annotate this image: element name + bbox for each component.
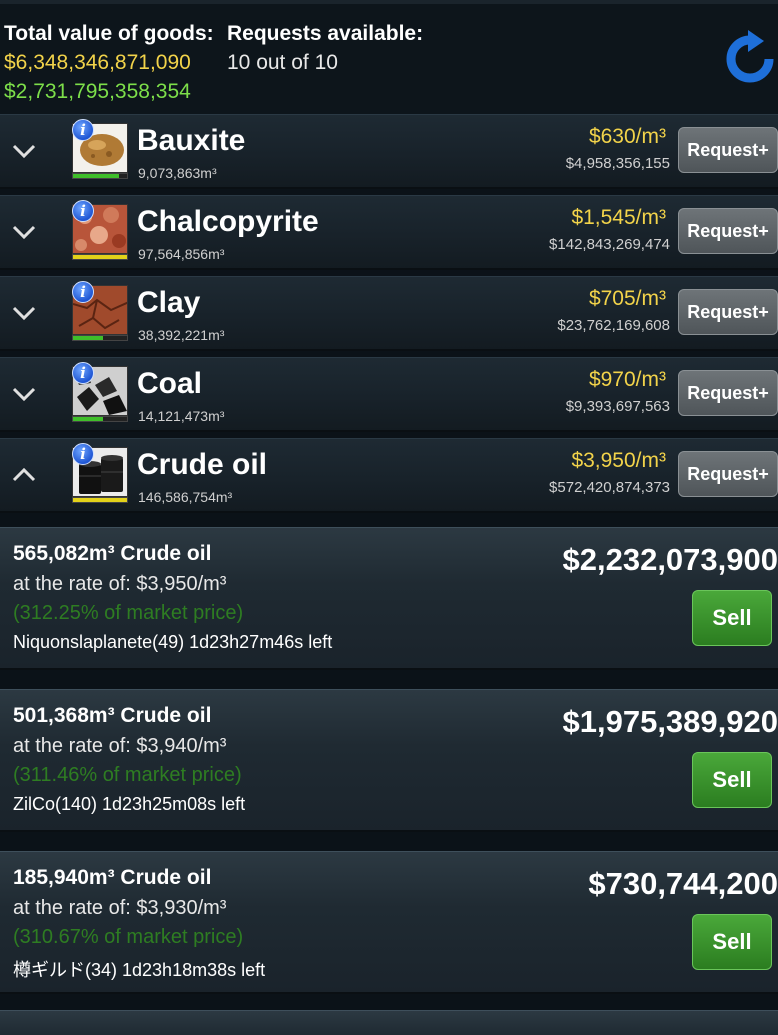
offer-title: 185,940m³ Crude oil <box>13 866 212 889</box>
info-icon[interactable]: i <box>72 281 94 303</box>
resource-row-clay[interactable]: i Clay 38,392,221m³ $705/m³ $23,762,169,… <box>0 276 778 351</box>
chevron-down-icon[interactable] <box>12 139 36 163</box>
resource-quantity: 38,392,221m³ <box>138 327 225 343</box>
info-icon[interactable]: i <box>72 200 94 222</box>
resource-quantity: 9,073,863m³ <box>138 165 217 181</box>
resource-price: $630/m³ <box>588 125 666 148</box>
offer-card-partial <box>0 1010 778 1035</box>
offer-card: 185,940m³ Crude oil at the rate of: $3,9… <box>0 851 778 994</box>
resource-quantity: 97,564,856m³ <box>138 246 225 262</box>
stock-bar <box>72 497 128 503</box>
resource-name: Coal <box>137 367 203 400</box>
resource-name: Chalcopyrite <box>137 205 319 238</box>
info-icon[interactable]: i <box>72 443 94 465</box>
request-button[interactable]: Request+ <box>678 127 778 173</box>
requests-block: Requests available: 10 out of 10 <box>227 20 423 77</box>
resource-price: $970/m³ <box>588 368 666 391</box>
stock-bar <box>72 254 128 260</box>
resource-name: Bauxite <box>137 124 246 157</box>
total-value-block: Total value of goods: $6,348,346,871,090… <box>4 20 214 106</box>
resource-price: $1,545/m³ <box>571 206 666 229</box>
offer-rate: at the rate of: $3,950/m³ <box>13 573 227 595</box>
offer-title: 501,368m³ Crude oil <box>13 704 212 727</box>
sell-button[interactable]: Sell <box>692 752 772 808</box>
refresh-icon[interactable] <box>726 30 778 86</box>
sell-button[interactable]: Sell <box>692 914 772 970</box>
request-button[interactable]: Request+ <box>678 208 778 254</box>
resource-quantity: 146,586,754m³ <box>138 489 233 505</box>
resource-row-crude-oil[interactable]: i Crude oil 146,586,754m³ $3,950/m³ $572… <box>0 438 778 513</box>
resource-total: $4,958,356,155 <box>565 155 670 172</box>
resource-total: $142,843,269,474 <box>549 236 670 253</box>
offer-total: $2,232,073,900 <box>562 542 778 577</box>
requests-label: Requests available: <box>227 22 424 45</box>
request-button[interactable]: Request+ <box>678 451 778 497</box>
chevron-down-icon[interactable] <box>12 220 36 244</box>
offer-total: $730,744,200 <box>588 866 778 901</box>
offer-seller: ZilCo(140) 1d23h25m08s left <box>13 794 246 814</box>
total-value-green: $2,731,795,358,354 <box>4 80 191 103</box>
resource-row-chalcopyrite[interactable]: i Chalcopyrite 97,564,856m³ $1,545/m³ $1… <box>0 195 778 270</box>
request-button[interactable]: Request+ <box>678 370 778 416</box>
resource-total: $572,420,874,373 <box>549 479 670 496</box>
resource-price: $3,950/m³ <box>571 449 666 472</box>
sell-button[interactable]: Sell <box>692 590 772 646</box>
info-icon[interactable]: i <box>72 119 94 141</box>
resource-name: Clay <box>137 286 201 319</box>
offer-seller: Niquonslaplanete(49) 1d23h27m46s left <box>13 632 333 652</box>
stock-bar <box>72 416 128 422</box>
resource-price: $705/m³ <box>588 287 666 310</box>
offer-seller: 樽ギルド(34) 1d23h18m38s left <box>13 960 266 980</box>
resource-total: $23,762,169,608 <box>557 317 670 334</box>
offer-market-percent: (311.46% of market price) <box>13 764 242 786</box>
requests-value: 10 out of 10 <box>227 51 338 74</box>
offer-total: $1,975,389,920 <box>562 704 778 739</box>
resource-quantity: 14,121,473m³ <box>138 408 225 424</box>
offer-card: 565,082m³ Crude oil at the rate of: $3,9… <box>0 527 778 670</box>
request-button[interactable]: Request+ <box>678 289 778 335</box>
offer-rate: at the rate of: $3,930/m³ <box>13 897 227 919</box>
chevron-down-icon[interactable] <box>12 301 36 325</box>
info-icon[interactable]: i <box>72 362 94 384</box>
summary-header: Total value of goods: $6,348,346,871,090… <box>0 0 778 114</box>
offer-rate: at the rate of: $3,940/m³ <box>13 735 227 757</box>
offer-market-percent: (310.67% of market price) <box>13 926 244 948</box>
resource-row-bauxite[interactable]: i Bauxite 9,073,863m³ $630/m³ $4,958,356… <box>0 114 778 189</box>
stock-bar <box>72 173 128 179</box>
offer-title: 565,082m³ Crude oil <box>13 542 212 565</box>
chevron-up-icon[interactable] <box>12 463 36 487</box>
chevron-down-icon[interactable] <box>12 382 36 406</box>
offer-card: 501,368m³ Crude oil at the rate of: $3,9… <box>0 689 778 832</box>
total-value-yellow: $6,348,346,871,090 <box>4 51 191 74</box>
resource-row-coal[interactable]: i Coal 14,121,473m³ $970/m³ $9,393,697,5… <box>0 357 778 432</box>
total-value-label: Total value of goods: <box>4 22 214 45</box>
resource-name: Crude oil <box>137 448 268 481</box>
stock-bar <box>72 335 128 341</box>
offer-market-percent: (312.25% of market price) <box>13 602 244 624</box>
resource-total: $9,393,697,563 <box>565 398 670 415</box>
